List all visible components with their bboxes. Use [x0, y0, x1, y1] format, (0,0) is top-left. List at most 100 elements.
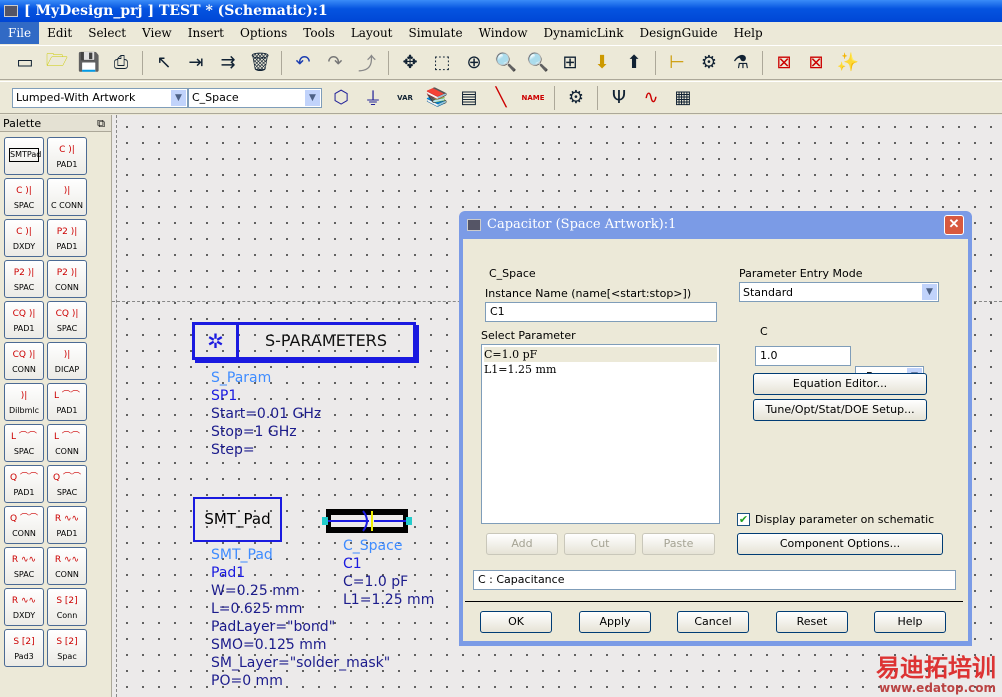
palette-item[interactable]: R ∿∿ PAD1: [47, 506, 87, 544]
palette-item[interactable]: P2 )| CONN: [47, 260, 87, 298]
new-icon[interactable]: ▭: [12, 50, 38, 76]
print-icon[interactable]: ⎙: [108, 50, 134, 76]
zoom-in-icon[interactable]: ⊕: [461, 50, 487, 76]
component-options-button[interactable]: Component Options...: [737, 533, 943, 555]
chevron-down-icon[interactable]: ▼: [171, 89, 186, 106]
move-component-icon[interactable]: ⇥: [183, 50, 209, 76]
parameter-value-input[interactable]: 1.0: [755, 346, 851, 366]
menu-edit[interactable]: Edit: [39, 22, 80, 44]
data-display-icon[interactable]: ∿: [638, 85, 664, 111]
palette-item[interactable]: S [2] Pad3: [4, 629, 44, 667]
smt-pad-component[interactable]: SMT_Pad: [193, 497, 282, 542]
display-parameter-checkbox-row[interactable]: ✔ Display parameter on schematic: [737, 513, 934, 526]
component-select[interactable]: C_Space ▼: [188, 87, 322, 108]
short-icon[interactable]: ⊠: [803, 50, 829, 76]
palette-item[interactable]: R ∿∿ SPAC: [4, 547, 44, 585]
add-button[interactable]: Add: [486, 533, 558, 555]
palette-item[interactable]: C )| SPAC: [4, 178, 44, 216]
menu-insert[interactable]: Insert: [180, 22, 232, 44]
chevron-down-icon[interactable]: ▼: [922, 284, 937, 300]
palette-item[interactable]: C )| PAD1: [47, 137, 87, 175]
save-icon[interactable]: 💾: [76, 50, 102, 76]
palette-item[interactable]: R ∿∿ CONN: [47, 547, 87, 585]
var-icon[interactable]: VAR: [392, 85, 418, 111]
palette-item[interactable]: P2 )| PAD1: [47, 219, 87, 257]
palette-item[interactable]: CQ )| SPAC: [47, 301, 87, 339]
name-icon[interactable]: NAME: [520, 85, 546, 111]
select-pointer-icon[interactable]: ↖: [151, 50, 177, 76]
parameter-item[interactable]: L1=1.25 mm: [484, 362, 717, 377]
push-down-icon[interactable]: ⬇: [589, 50, 615, 76]
cancel-button[interactable]: Cancel: [677, 611, 749, 633]
layout-icon[interactable]: ▦: [670, 85, 696, 111]
parameter-list[interactable]: C=1.0 pF L1=1.25 mm: [481, 344, 720, 524]
redo-icon[interactable]: ↷: [322, 50, 348, 76]
display-parameter-checkbox[interactable]: ✔: [737, 513, 750, 526]
deactivate-icon[interactable]: ⊠: [771, 50, 797, 76]
apply-button[interactable]: Apply: [579, 611, 651, 633]
parameter-item[interactable]: C=1.0 pF: [484, 347, 717, 362]
menu-simulate[interactable]: Simulate: [401, 22, 471, 44]
tune-setup-button[interactable]: Tune/Opt/Stat/DOE Setup...: [753, 399, 927, 421]
gear-icon[interactable]: ⚙: [563, 85, 589, 111]
palette-item[interactable]: L ⌒⌒ SPAC: [4, 424, 44, 462]
menu-select[interactable]: Select: [80, 22, 134, 44]
palette-item[interactable]: SMTPad: [4, 137, 44, 175]
ground-icon[interactable]: ⏚: [360, 85, 386, 111]
palette-item[interactable]: R ∿∿ DXDY: [4, 588, 44, 626]
equation-icon[interactable]: ▤: [456, 85, 482, 111]
entry-mode-select[interactable]: Standard ▼: [739, 282, 939, 302]
zoom-in-2x-icon[interactable]: 🔍: [493, 50, 519, 76]
push-into-hierarchy-icon[interactable]: ⤴: [354, 50, 380, 76]
zoom-out-2x-icon[interactable]: 🔍: [525, 50, 551, 76]
cut-button[interactable]: Cut: [564, 533, 636, 555]
menu-help[interactable]: Help: [726, 22, 771, 44]
magic-wand-icon[interactable]: ✨: [835, 50, 861, 76]
open-folder-icon[interactable]: 🗁: [44, 50, 70, 76]
port-icon[interactable]: ⬡: [328, 85, 354, 111]
zoom-area-icon[interactable]: ⬚: [429, 50, 455, 76]
undo-icon[interactable]: ↶: [290, 50, 316, 76]
palette-item[interactable]: CQ )| CONN: [4, 342, 44, 380]
close-icon[interactable]: ✕: [944, 215, 964, 235]
palette-item[interactable]: Q ⌒⌒ PAD1: [4, 465, 44, 503]
undock-icon[interactable]: ⧉: [97, 115, 105, 132]
menu-designguide[interactable]: DesignGuide: [632, 22, 726, 44]
simulate-icon[interactable]: ⚙: [696, 50, 722, 76]
tune-icon[interactable]: Ψ: [606, 85, 632, 111]
palette-item[interactable]: L ⌒⌒ PAD1: [47, 383, 87, 421]
palette-item[interactable]: S [2] Conn: [47, 588, 87, 626]
menu-view[interactable]: View: [134, 22, 180, 44]
palette-item[interactable]: CQ )| PAD1: [4, 301, 44, 339]
palette-item[interactable]: )| C CONN: [47, 178, 87, 216]
menu-tools[interactable]: Tools: [295, 22, 343, 44]
delete-icon[interactable]: 🗑: [247, 50, 273, 76]
s-parameters-component[interactable]: ✲ S-PARAMETERS: [192, 322, 416, 360]
palette-item[interactable]: S [2] Spac: [47, 629, 87, 667]
equation-editor-button[interactable]: Equation Editor...: [753, 373, 927, 395]
menu-file[interactable]: File: [0, 22, 40, 44]
palette-item[interactable]: L ⌒⌒ CONN: [47, 424, 87, 462]
reset-button[interactable]: Reset: [776, 611, 848, 633]
ok-button[interactable]: OK: [480, 611, 552, 633]
wire-icon[interactable]: ╲: [488, 85, 514, 111]
palette-item[interactable]: Q ⌒⌒ CONN: [4, 506, 44, 544]
palette-item[interactable]: P2 )| SPAC: [4, 260, 44, 298]
view-all-icon[interactable]: ⊞: [557, 50, 583, 76]
menu-dynamiclink[interactable]: DynamicLink: [535, 22, 631, 44]
palette-item[interactable]: )| DICAP: [47, 342, 87, 380]
c-space-symbol[interactable]: [319, 507, 415, 535]
pan-icon[interactable]: ✥: [397, 50, 423, 76]
help-button[interactable]: Help: [874, 611, 946, 633]
menu-window[interactable]: Window: [471, 22, 536, 44]
chevron-down-icon[interactable]: ▼: [305, 89, 320, 106]
menu-options[interactable]: Options: [232, 22, 295, 44]
palette-item[interactable]: )| Dilbmlc: [4, 383, 44, 421]
pop-up-icon[interactable]: ⬆: [621, 50, 647, 76]
wire-label-icon[interactable]: ⊢: [664, 50, 690, 76]
menu-layout[interactable]: Layout: [343, 22, 401, 44]
instance-name-input[interactable]: C1: [485, 302, 717, 322]
palette-item[interactable]: C )| DXDY: [4, 219, 44, 257]
palette-item[interactable]: Q ⌒⌒ SPAC: [47, 465, 87, 503]
library-select[interactable]: Lumped-With Artwork ▼: [12, 87, 188, 108]
